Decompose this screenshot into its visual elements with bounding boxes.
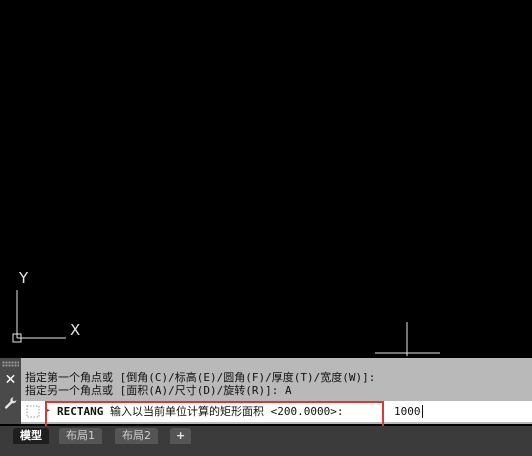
command-history-line: 指定第一个角点或 [倒角(C)/标高(E)/圆角(F)/厚度(T)/宽度(W)]…	[25, 371, 376, 384]
wrench-icon[interactable]	[0, 394, 21, 412]
close-icon[interactable]: ✕	[0, 371, 21, 389]
tab-model[interactable]: 模型	[13, 428, 49, 444]
drag-handle[interactable]	[2, 361, 19, 367]
command-history-line: 指定另一个角点或 [面积(A)/尺寸(D)/旋转(R)]: A	[25, 384, 292, 397]
command-input-field[interactable]: 1000	[394, 405, 423, 418]
ucs-x-label: X	[70, 321, 81, 339]
command-input-row[interactable]: ▸ RECTANG 输入以当前单位计算的矩形面积 <200.0000>: 100…	[21, 401, 532, 429]
command-input-value: 1000	[394, 405, 421, 418]
drawing-canvas[interactable]: Y X	[0, 0, 532, 356]
command-prompt-icon[interactable]	[26, 405, 40, 418]
ucs-y-label: Y	[19, 269, 29, 287]
command-prompt: RECTANG 输入以当前单位计算的矩形面积 <200.0000>:	[57, 405, 343, 418]
layout-tab-bar: 模型 布局1 布局2 +	[0, 426, 532, 456]
command-line-sidebar: ✕	[0, 358, 21, 424]
add-layout-button[interactable]: +	[170, 428, 192, 444]
wrench-icon-graphic	[4, 397, 16, 409]
command-prompt-message: 输入以当前单位计算的矩形面积 <200.0000>:	[103, 405, 344, 418]
ucs-icon	[12, 290, 440, 356]
command-name: RECTANG	[57, 405, 104, 418]
tab-layout2[interactable]: 布局2	[115, 428, 158, 444]
text-caret	[421, 405, 423, 418]
tab-layout1[interactable]: 布局1	[59, 428, 102, 444]
command-line-panel: ✕ 指定第一个角点或 [倒角(C)/标高(E)/圆角(F)/厚度(T)/宽度(W…	[0, 358, 532, 429]
